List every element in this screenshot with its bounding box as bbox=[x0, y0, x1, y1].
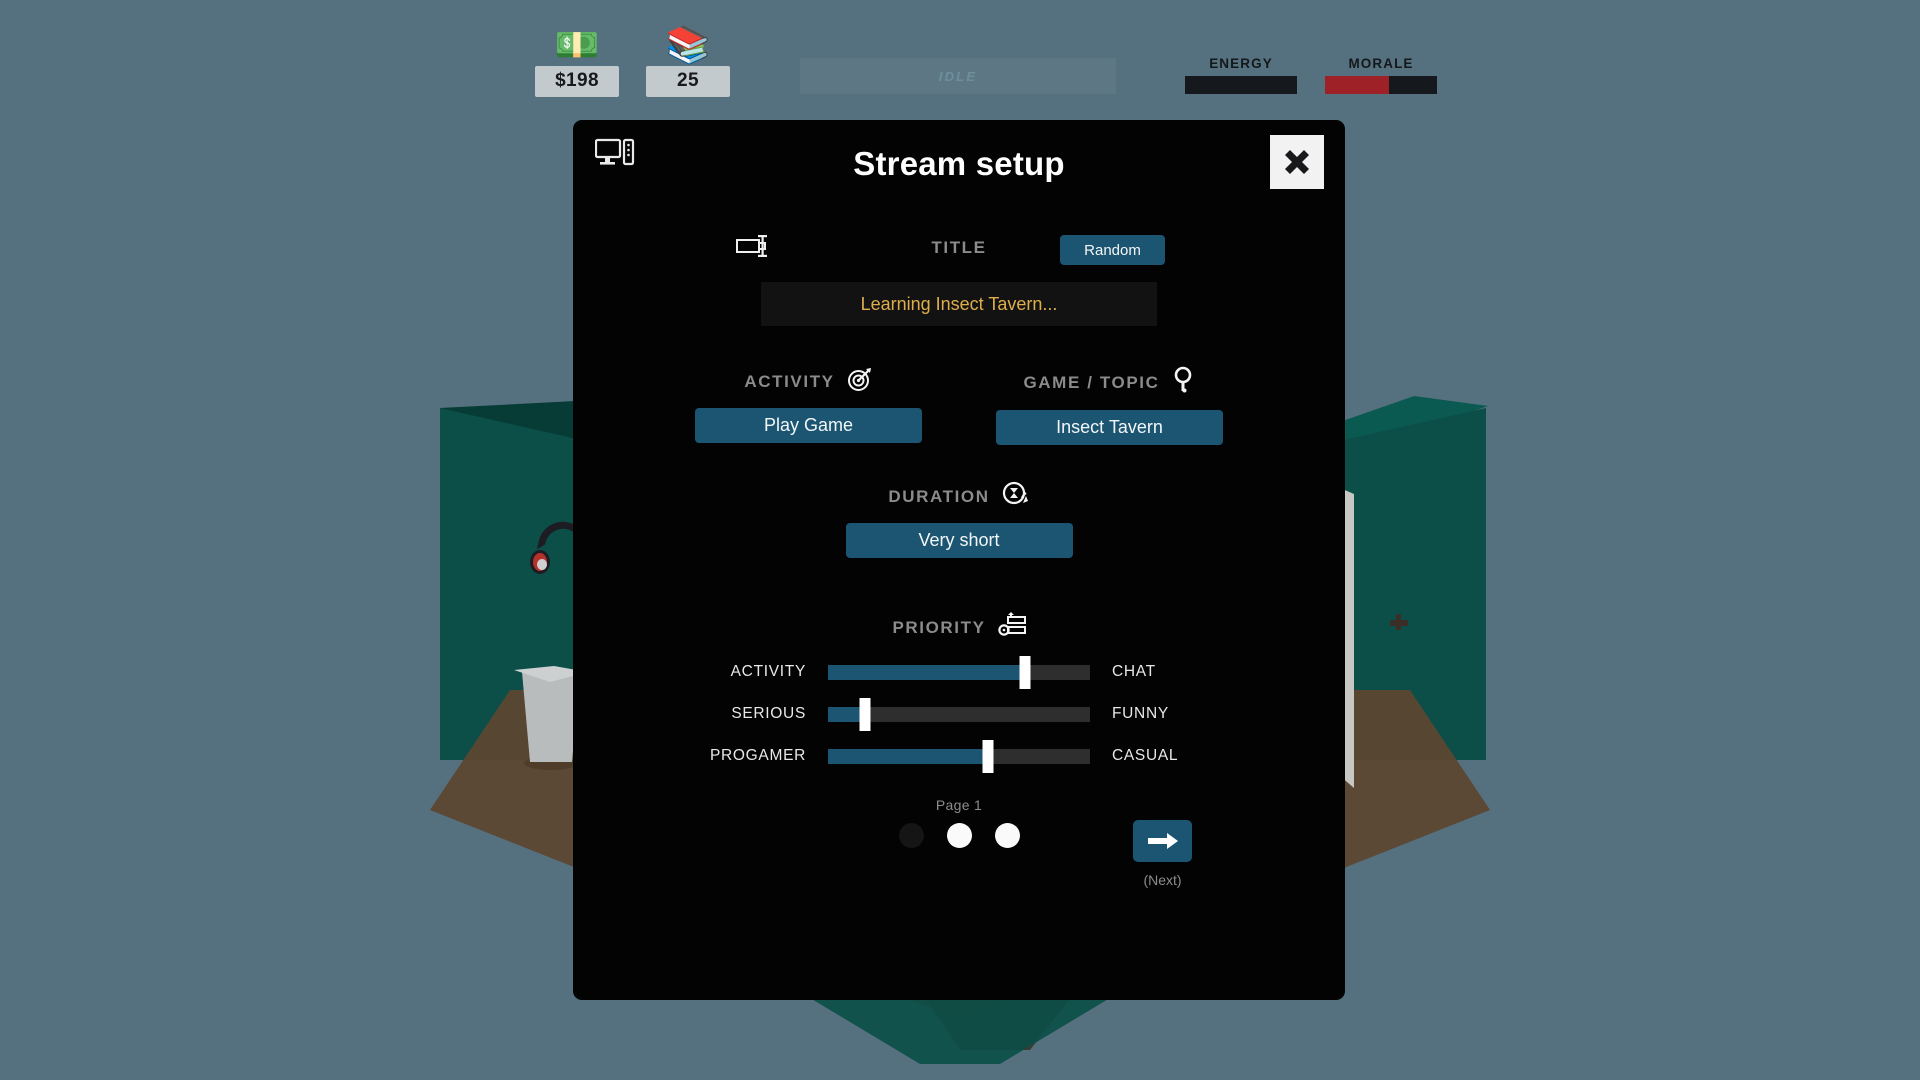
slider-serious-funny[interactable] bbox=[828, 697, 1090, 731]
slider-0-left-label: ACTIVITY bbox=[730, 663, 806, 680]
books-value: 25 bbox=[646, 66, 730, 97]
desktop-computer-icon bbox=[594, 138, 635, 173]
title-value: Learning Insect Tavern... bbox=[860, 293, 1058, 314]
slider-activity-chat[interactable] bbox=[828, 655, 1090, 689]
slider-0-knob[interactable] bbox=[1019, 655, 1030, 689]
random-title-button[interactable]: Random bbox=[1060, 235, 1165, 265]
priority-section: PRIORITY ACTIVITY CHAT SERIOUS FUNNY PRO… bbox=[573, 612, 1345, 773]
activity-label: ACTIVITY bbox=[744, 371, 835, 391]
duration-value-button[interactable]: Very short bbox=[845, 523, 1073, 558]
slider-2-left-label: PROGAMER bbox=[709, 747, 806, 764]
title-section: TITLE Random bbox=[573, 235, 1345, 269]
slider-0-fill bbox=[828, 664, 1025, 680]
status-bar: IDLE bbox=[800, 58, 1116, 94]
top-hud: 💵 $198 📚 25 IDLE ENERGY MORALE bbox=[0, 0, 1920, 115]
page-dots bbox=[573, 823, 1345, 848]
next-button[interactable] bbox=[1133, 820, 1192, 862]
meter-energy-track bbox=[1185, 76, 1297, 94]
game-topic-label: GAME / TOPIC bbox=[1023, 372, 1160, 392]
door-handle-stem bbox=[1396, 614, 1401, 630]
activity-value-button[interactable]: Play Game bbox=[695, 408, 922, 443]
close-button[interactable] bbox=[1270, 135, 1324, 189]
money-icon: 💵 bbox=[554, 24, 600, 65]
duration-label: DURATION bbox=[888, 486, 990, 506]
meter-energy: ENERGY bbox=[1185, 56, 1297, 94]
slider-row: SERIOUS FUNNY bbox=[656, 697, 1262, 731]
game-topic-section: GAME / TOPIC Insect Tavern bbox=[996, 366, 1223, 445]
meter-morale-fill bbox=[1325, 76, 1389, 94]
priority-label: PRIORITY bbox=[892, 617, 986, 637]
next-control: (Next) bbox=[1133, 820, 1192, 888]
resource-money: 💵 $198 bbox=[535, 24, 619, 97]
dartboard-target-icon bbox=[847, 366, 873, 397]
slider-row: PROGAMER CASUAL bbox=[656, 739, 1262, 773]
title-input[interactable]: Learning Insect Tavern... bbox=[761, 282, 1157, 326]
page-label: Page 1 bbox=[935, 797, 983, 813]
slider-1-right-label: FUNNY bbox=[1112, 705, 1169, 722]
page-dot-3[interactable] bbox=[994, 823, 1020, 848]
slider-row: ACTIVITY CHAT bbox=[656, 655, 1262, 689]
hourglass-reset-icon bbox=[1002, 481, 1030, 512]
meter-morale-track bbox=[1325, 76, 1437, 94]
title-label: TITLE bbox=[931, 238, 987, 257]
nametag-icon bbox=[736, 233, 770, 264]
slider-1-knob[interactable] bbox=[859, 697, 871, 731]
game-topic-value-button[interactable]: Insect Tavern bbox=[996, 410, 1223, 445]
pager: Page 1 (Next) bbox=[573, 797, 1345, 917]
arrow-right-icon bbox=[1147, 833, 1178, 849]
duration-section: DURATION Very short bbox=[573, 481, 1345, 558]
page-dot-1[interactable] bbox=[898, 823, 924, 848]
slider-2-fill bbox=[828, 748, 988, 764]
meter-morale-label: MORALE bbox=[1348, 56, 1414, 71]
books-icon: 📚 bbox=[665, 24, 711, 65]
slider-2-knob[interactable] bbox=[982, 739, 994, 773]
meter-energy-label: ENERGY bbox=[1209, 56, 1273, 71]
page-dot-2[interactable] bbox=[946, 823, 972, 848]
status-text: IDLE bbox=[938, 68, 978, 84]
resource-books: 📚 25 bbox=[646, 24, 730, 97]
slider-0-right-label: CHAT bbox=[1112, 663, 1156, 680]
money-value: $198 bbox=[535, 66, 619, 97]
activity-topic-row: ACTIVITY Play Game GAME / TOPIC Insect T… bbox=[573, 366, 1345, 445]
stream-setup-dialog: Stream setup TITLE Random Learning Insec… bbox=[573, 120, 1345, 1000]
next-label: (Next) bbox=[1143, 872, 1182, 888]
sliders-gear-icon bbox=[997, 612, 1026, 643]
magnifying-glass-icon bbox=[1172, 366, 1196, 399]
page-title: Stream setup bbox=[853, 145, 1065, 182]
activity-section: ACTIVITY Play Game bbox=[695, 366, 922, 445]
close-icon bbox=[1285, 150, 1309, 174]
slider-progamer-casual[interactable] bbox=[828, 739, 1090, 773]
meter-morale: MORALE bbox=[1325, 56, 1437, 94]
slider-2-right-label: CASUAL bbox=[1112, 747, 1179, 764]
slider-1-left-label: SERIOUS bbox=[731, 705, 806, 722]
